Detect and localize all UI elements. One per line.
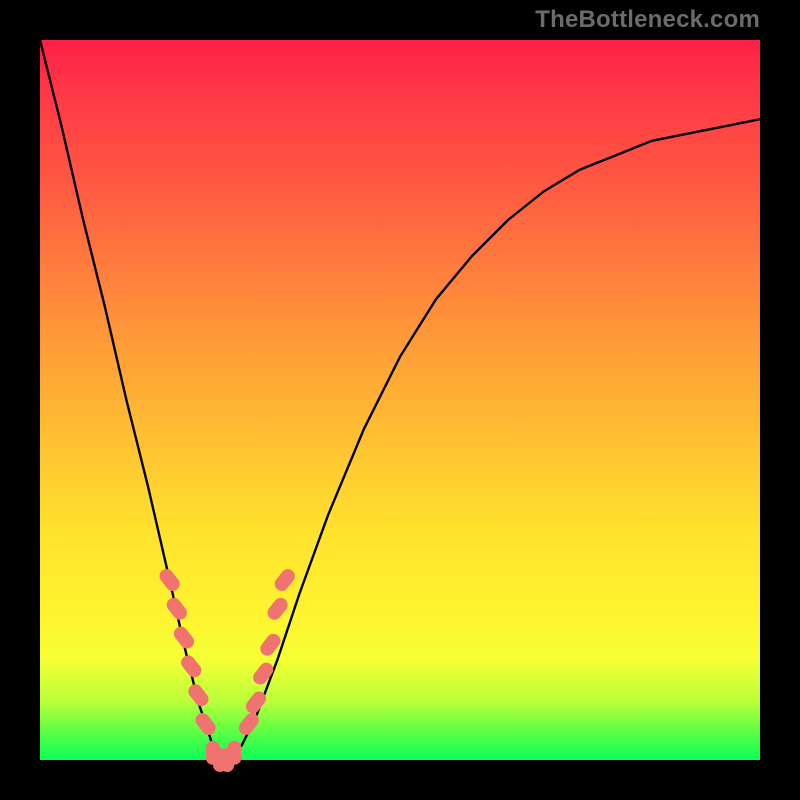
data-marker (265, 595, 291, 623)
data-marker (272, 566, 298, 594)
bottleneck-curve (40, 40, 760, 760)
marker-layer (157, 566, 298, 772)
data-marker (157, 566, 183, 594)
plot-area (40, 40, 760, 760)
data-marker (164, 595, 190, 623)
watermark-text: TheBottleneck.com (535, 6, 760, 34)
data-marker (171, 624, 197, 652)
chart-svg (40, 40, 760, 760)
data-marker (227, 741, 241, 765)
data-marker (185, 681, 211, 709)
data-marker (178, 653, 204, 681)
chart-frame: TheBottleneck.com (0, 0, 800, 800)
data-marker (193, 710, 219, 738)
